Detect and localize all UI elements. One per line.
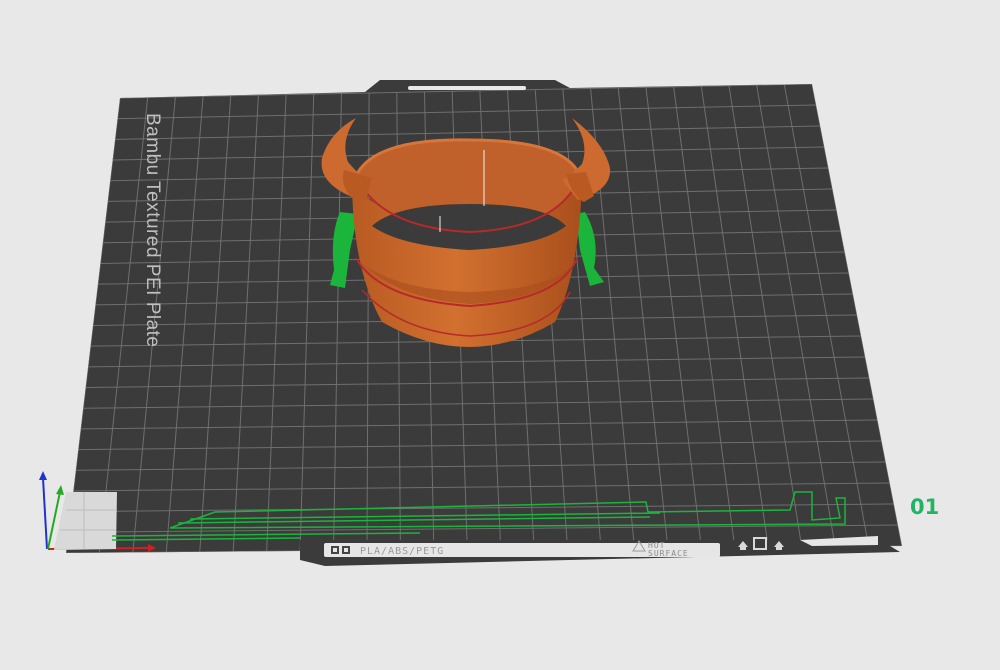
plate-number[interactable]: 01 — [910, 495, 939, 519]
material-info-bar: PLA/ABS/PETG HOT SURFACE — [324, 540, 720, 558]
plate-label: Bambu Textured PEI Plate — [142, 113, 163, 348]
material-text: PLA/ABS/PETG — [360, 546, 444, 557]
surface-line-2: SURFACE — [648, 549, 689, 558]
plate-slot — [408, 86, 526, 90]
3d-viewport[interactable]: Bambu Textured PEI Plate 01 PLA/ABS/PETG… — [0, 0, 1000, 670]
